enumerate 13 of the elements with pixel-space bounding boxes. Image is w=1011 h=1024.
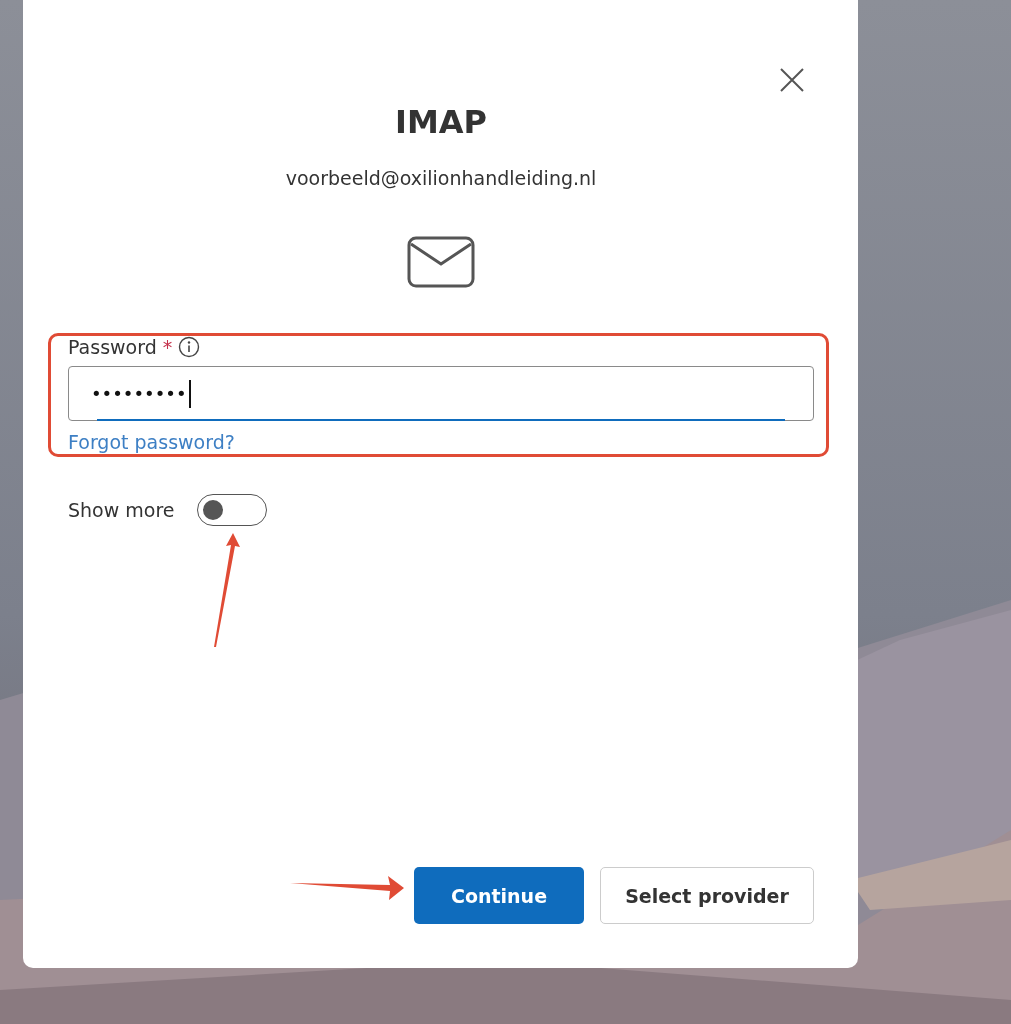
- password-field[interactable]: •••••••••: [68, 366, 814, 421]
- toggle-switch[interactable]: [196, 494, 267, 526]
- close-icon[interactable]: [779, 67, 805, 93]
- dialog-title: IMAP: [395, 103, 487, 141]
- email-address: voorbeeld@oxilionhandleiding.nl: [285, 167, 597, 189]
- continue-button[interactable]: Continue: [414, 867, 584, 924]
- required-mark: *: [162, 336, 173, 358]
- forgot-password-link[interactable]: Forgot password?: [68, 431, 235, 453]
- provider-button[interactable]: Select provider: [600, 867, 814, 924]
- toggle-label: Show more: [68, 499, 175, 521]
- info-icon[interactable]: [178, 336, 201, 358]
- field-label: Password: [68, 336, 157, 358]
- envelope-icon: [407, 236, 475, 288]
